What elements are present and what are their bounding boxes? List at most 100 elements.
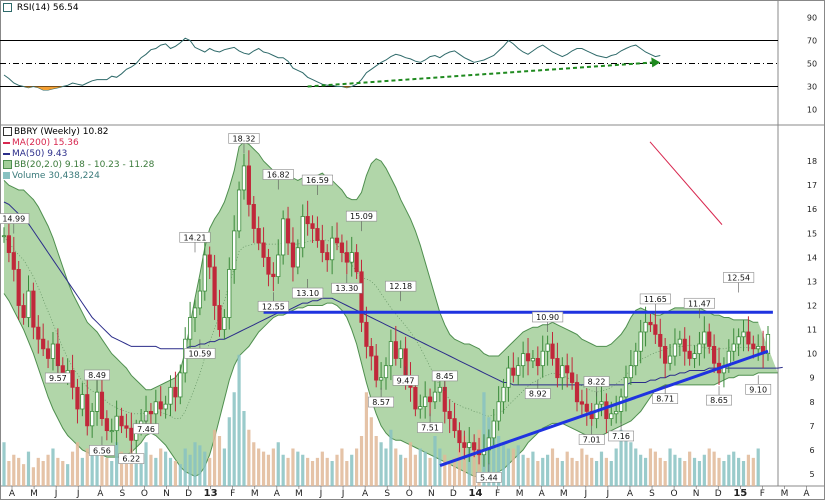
candle-body bbox=[413, 386, 418, 410]
candle-body bbox=[751, 343, 756, 350]
volume-bar bbox=[232, 392, 236, 486]
volume-bar bbox=[159, 448, 163, 486]
price-tick-label: 15 bbox=[807, 229, 817, 238]
rsi-value: 56.54 bbox=[52, 3, 79, 13]
volume-bar bbox=[526, 457, 530, 486]
legend-text: MA(200) 15.36 bbox=[12, 138, 79, 148]
volume-bar bbox=[702, 454, 706, 486]
candle-body bbox=[192, 307, 198, 318]
candle-body bbox=[80, 394, 85, 410]
candle-body bbox=[746, 331, 751, 345]
annotation-label: 12.55 bbox=[262, 302, 285, 311]
annotation-label: 9.47 bbox=[397, 376, 415, 385]
annotation-label: 10.90 bbox=[536, 313, 559, 322]
candle-body bbox=[158, 401, 163, 410]
volume-bar bbox=[41, 461, 45, 486]
candle-body bbox=[70, 370, 75, 388]
volume-bar bbox=[394, 448, 398, 486]
price-tick-label: 17 bbox=[807, 181, 817, 190]
price-panel: 18 17 16 15 14 13 12 11 10 9 8 7 6 5 14.99 9.57 8.49 6.56… bbox=[0, 133, 817, 486]
volume-bar bbox=[208, 457, 212, 486]
volume-bar bbox=[315, 457, 320, 486]
candle-body bbox=[6, 235, 11, 253]
volume-bar bbox=[110, 461, 114, 486]
candle-body bbox=[227, 268, 232, 318]
price-tick-label: 10 bbox=[807, 350, 817, 359]
volume-bar bbox=[70, 451, 75, 486]
x-tick-label: D bbox=[185, 489, 192, 499]
volume-bar bbox=[732, 451, 736, 486]
volume-bar bbox=[286, 457, 290, 486]
candle-body bbox=[506, 367, 511, 388]
candle-body bbox=[677, 338, 682, 345]
candle-body bbox=[168, 386, 173, 405]
volume-bar bbox=[257, 448, 261, 486]
x-tick-label: A bbox=[9, 489, 16, 499]
volume-bar bbox=[712, 451, 716, 486]
candle-body bbox=[584, 403, 589, 412]
legend-entry: MA(200) 15.36 bbox=[3, 138, 79, 149]
volume-bar bbox=[325, 457, 329, 486]
annotation-label: 7.01 bbox=[583, 436, 601, 445]
volume-bar bbox=[100, 451, 104, 486]
volume-bar bbox=[340, 448, 344, 486]
x-axis: A M J J A S O N D 13 F M A M J J A S O N D 14 F M A M J J A S O N D 15 F M A bbox=[9, 486, 810, 499]
x-tick-label: M bbox=[781, 489, 789, 499]
candle-body bbox=[393, 341, 398, 359]
rsi-label-text: RSI(14) bbox=[16, 3, 50, 13]
x-tick-label: M bbox=[516, 489, 524, 499]
x-tick-label: A bbox=[274, 489, 281, 499]
candle-body bbox=[153, 401, 158, 415]
volume-bar bbox=[80, 457, 84, 486]
candle-body bbox=[163, 403, 168, 410]
volume-bar bbox=[653, 451, 657, 486]
volume-bar bbox=[629, 442, 633, 486]
candle-body bbox=[545, 343, 550, 352]
candle-body bbox=[99, 391, 105, 420]
candle-body bbox=[623, 377, 629, 398]
volume-bar bbox=[154, 457, 158, 486]
candle-body bbox=[31, 290, 36, 328]
annotation-label: 13.10 bbox=[296, 289, 319, 298]
candle-body bbox=[379, 377, 384, 381]
candle-body bbox=[658, 333, 663, 347]
candle-body bbox=[638, 331, 643, 352]
volume-bar bbox=[590, 457, 594, 486]
volume-bar bbox=[21, 464, 26, 486]
volume-bar bbox=[350, 454, 354, 486]
volume-bar bbox=[418, 448, 422, 486]
candle-body bbox=[491, 420, 496, 439]
candle-body bbox=[85, 394, 90, 427]
candle-body bbox=[423, 396, 428, 407]
candle-body bbox=[45, 348, 51, 359]
candle-body bbox=[129, 427, 134, 441]
volume-bar bbox=[663, 461, 667, 486]
volume-bar bbox=[301, 454, 305, 486]
volume-bar bbox=[276, 442, 280, 486]
volume-bar bbox=[678, 457, 682, 486]
candle-body bbox=[447, 410, 452, 420]
volume-bar bbox=[668, 448, 672, 486]
x-tick-label: A bbox=[97, 489, 104, 499]
volume-bar bbox=[355, 448, 359, 486]
volume-bar bbox=[438, 448, 442, 486]
annotation-label: 15.09 bbox=[350, 212, 373, 221]
volume-bar bbox=[247, 429, 251, 486]
candle-body bbox=[325, 252, 330, 261]
candle-body bbox=[682, 338, 687, 352]
volume-bar bbox=[66, 464, 70, 486]
volume-bar bbox=[737, 457, 741, 486]
volume-bar bbox=[614, 448, 618, 486]
volume-bar bbox=[379, 442, 383, 486]
volume-bar bbox=[369, 417, 373, 486]
candle-body bbox=[565, 365, 570, 374]
x-tick-label: O bbox=[141, 489, 148, 499]
volume-bar bbox=[433, 436, 437, 486]
candle-body bbox=[501, 386, 506, 403]
candle-body bbox=[570, 372, 575, 383]
rsi-tick-label: 90 bbox=[807, 14, 817, 23]
volume-bar bbox=[457, 448, 462, 486]
price-tick-label: 5 bbox=[809, 470, 814, 479]
x-tick-label: F bbox=[495, 489, 500, 499]
volume-bar bbox=[330, 461, 334, 486]
